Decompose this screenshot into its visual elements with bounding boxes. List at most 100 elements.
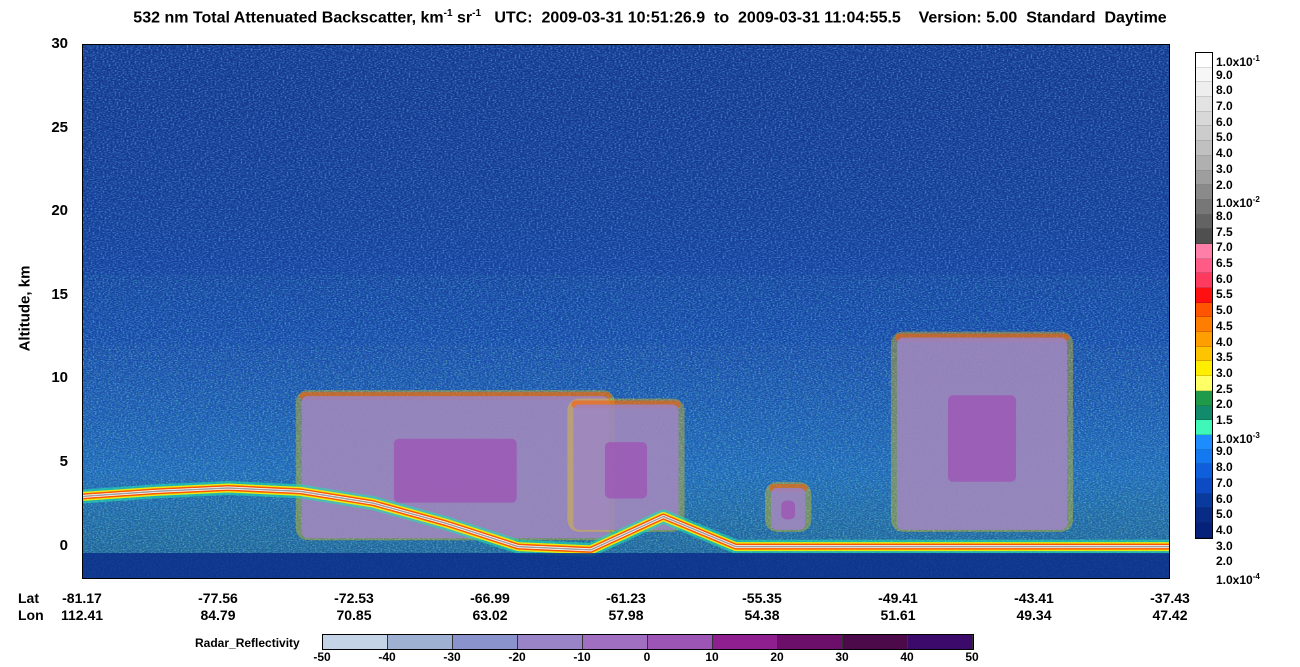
radar-swatch xyxy=(518,635,583,649)
colorbar-label: 7.5 xyxy=(1216,224,1233,239)
radar-swatch xyxy=(583,635,648,649)
colorbar-swatch xyxy=(1196,390,1212,406)
backscatter-plot xyxy=(82,44,1170,579)
colorbar-label: 1.0x10-1 xyxy=(1216,54,1260,69)
colorbar-label: 8.0 xyxy=(1216,83,1233,98)
cloud-region xyxy=(765,482,812,532)
colorbar-label: 4.0 xyxy=(1216,334,1233,349)
colorbar-label: 1.0x10-3 xyxy=(1216,430,1260,446)
colorbar-label: 6.0 xyxy=(1216,271,1233,286)
colorbar-swatch xyxy=(1196,53,1212,68)
y-tick-label: 15 xyxy=(51,285,68,303)
x-tick-lat: -55.35 xyxy=(742,590,782,606)
colorbar-swatch xyxy=(1196,141,1212,156)
colorbar-label: 5.5 xyxy=(1216,287,1233,302)
colorbar-swatch xyxy=(1196,214,1212,230)
colorbar-swatch xyxy=(1196,523,1212,538)
colorbar-swatch xyxy=(1196,82,1212,98)
radar-tick-label: 40 xyxy=(900,650,914,664)
radar-tick-label: 30 xyxy=(835,650,849,664)
colorbar-swatch xyxy=(1196,185,1212,200)
colorbar-swatch xyxy=(1196,361,1212,377)
colorbar-swatch xyxy=(1196,243,1212,259)
colorbar-label: 6.0 xyxy=(1216,491,1233,506)
colorbar-label: 6.5 xyxy=(1216,256,1233,271)
radar-tick-label: -30 xyxy=(443,650,461,664)
x-tick-lat: -66.99 xyxy=(470,590,510,606)
colorbar-swatch xyxy=(1196,376,1212,391)
radar-swatch xyxy=(908,635,973,649)
radar-tick-label: -20 xyxy=(508,650,526,664)
x-tick-lon: 49.34 xyxy=(1016,607,1052,623)
x-tick-lat: -37.43 xyxy=(1150,590,1190,606)
colorbar-label: 4.0 xyxy=(1216,522,1233,537)
radar-tick-label: -50 xyxy=(313,650,331,664)
colorbar-label: 6.0 xyxy=(1216,114,1233,129)
x-tick-lon: 51.61 xyxy=(880,607,916,623)
y-axis-label: Altitude, km xyxy=(16,265,34,352)
x-tick-lat: -49.41 xyxy=(878,590,918,606)
x-tick-lon: 54.38 xyxy=(744,607,780,623)
colorbar-swatch xyxy=(1196,317,1212,333)
y-tick-label: 30 xyxy=(51,35,68,52)
colorbar-label: 2.0 xyxy=(1216,554,1233,569)
colorbar-label: 3.0 xyxy=(1216,365,1233,380)
colorbar-label: 4.5 xyxy=(1216,318,1233,333)
colorbar-swatch xyxy=(1196,302,1212,318)
backscatter-colorbar xyxy=(1195,52,1213,539)
x-tick-lat: -77.56 xyxy=(198,590,238,606)
colorbar-label: 2.0 xyxy=(1216,177,1233,192)
colorbar-label: 8.0 xyxy=(1216,208,1233,223)
x-tick-lat: -61.23 xyxy=(606,590,646,606)
colorbar-label: 3.0 xyxy=(1216,538,1233,553)
radar-tick-label: 50 xyxy=(965,650,979,664)
x-tick-lat: -72.53 xyxy=(334,590,374,606)
cloud-region xyxy=(890,331,1074,532)
radar-tick-label: 0 xyxy=(643,650,651,664)
colorbar-swatch xyxy=(1196,111,1212,127)
x-tick-lon: 70.85 xyxy=(336,607,372,623)
y-tick-label: 25 xyxy=(51,118,68,136)
colorbar-label: 2.0 xyxy=(1216,397,1233,412)
radar-tick-label: -40 xyxy=(378,650,396,664)
x-tick-lat: -43.41 xyxy=(1014,590,1054,606)
y-tick-label: 20 xyxy=(51,202,68,220)
colorbar-swatch xyxy=(1196,199,1212,215)
radar-swatch xyxy=(453,635,518,649)
colorbar-swatch xyxy=(1196,420,1212,435)
colorbar-swatch xyxy=(1196,229,1212,244)
colorbar-label: 2.5 xyxy=(1216,381,1233,396)
colorbar-swatch xyxy=(1196,434,1212,450)
colorbar-label: 5.0 xyxy=(1216,507,1233,522)
colorbar-label: 1.0x10-2 xyxy=(1216,195,1260,211)
chart-title: 532 nm Total Attenuated Backscatter, km-… xyxy=(133,8,1167,27)
colorbar-swatch xyxy=(1196,332,1212,347)
backscatter-heatmap xyxy=(83,45,1169,578)
colorbar-swatch xyxy=(1196,464,1212,479)
colorbar-swatch xyxy=(1196,493,1212,509)
colorbar-label: 8.0 xyxy=(1216,460,1233,475)
lat-row-label: Lat xyxy=(18,590,39,606)
colorbar-swatch xyxy=(1196,346,1212,362)
colorbar-swatch xyxy=(1196,258,1212,274)
radar-swatch xyxy=(843,635,908,649)
radar-tick-label: 20 xyxy=(770,650,784,664)
x-tick-lon: 47.42 xyxy=(1152,607,1188,623)
radar-tick-label: 10 xyxy=(705,650,719,664)
y-tick-label: 5 xyxy=(59,452,68,470)
colorbar-label: 1.5 xyxy=(1216,413,1233,428)
radar-colorbar xyxy=(322,634,974,650)
colorbar-swatch xyxy=(1196,126,1212,142)
colorbar-label: 3.5 xyxy=(1216,350,1233,365)
y-tick-label: 0 xyxy=(59,536,68,554)
radar-swatch xyxy=(713,635,778,649)
colorbar-label: 5.0 xyxy=(1216,303,1233,318)
colorbar-label: 5.0 xyxy=(1216,130,1233,145)
colorbar-swatch xyxy=(1196,288,1212,303)
colorbar-label: 7.0 xyxy=(1216,99,1233,114)
colorbar-label: 1.0x10-4 xyxy=(1216,572,1260,587)
colorbar-swatch xyxy=(1196,67,1212,83)
radar-swatch xyxy=(648,635,713,649)
x-tick-lon: 57.98 xyxy=(608,607,644,623)
colorbar-swatch xyxy=(1196,155,1212,171)
